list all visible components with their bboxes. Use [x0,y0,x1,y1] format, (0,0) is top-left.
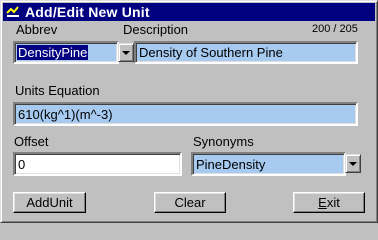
chevron-down-icon [122,50,130,55]
units-equation-label: Units Equation [15,83,100,98]
description-field[interactable]: Density of Southern Pine [134,41,358,64]
description-label: Description [123,22,189,37]
synonyms-combo[interactable]: PineDensity [191,152,346,176]
synonyms-label: Synonyms [193,134,254,149]
window-title: Add/Edit New Unit [25,4,150,20]
abbrev-combo[interactable]: DensityPine [13,41,119,64]
abbrev-label: Abbrev [16,22,58,37]
chevron-down-icon [349,161,357,166]
clear-button[interactable]: Clear [154,192,226,213]
record-counter: 200 / 205 [312,23,358,35]
abbrev-dropdown-button[interactable] [118,43,134,62]
offset-field-text: 0 [18,156,26,172]
exit-button-mnemonic: E [318,195,327,210]
units-equation-field[interactable]: 610(kg^1)(m^-3) [13,102,358,126]
synonyms-combo-text: PineDensity [196,156,266,172]
units-equation-field-text: 610(kg^1)(m^-3) [18,106,113,122]
offset-label: Offset [14,134,49,149]
exit-button-label: xit [326,195,340,210]
exit-button[interactable]: Exit [293,192,365,213]
abbrev-combo-text: DensityPine [17,45,89,60]
title-bar[interactable]: Add/Edit New Unit [3,3,375,21]
description-field-text: Density of Southern Pine [139,45,283,60]
add-unit-button[interactable]: AddUnit [13,192,86,213]
offset-field[interactable]: 0 [13,152,182,176]
app-icon [5,4,21,20]
synonyms-dropdown-button[interactable] [345,154,361,173]
add-edit-unit-dialog: Add/Edit New Unit Abbrev Description 200… [0,0,378,223]
